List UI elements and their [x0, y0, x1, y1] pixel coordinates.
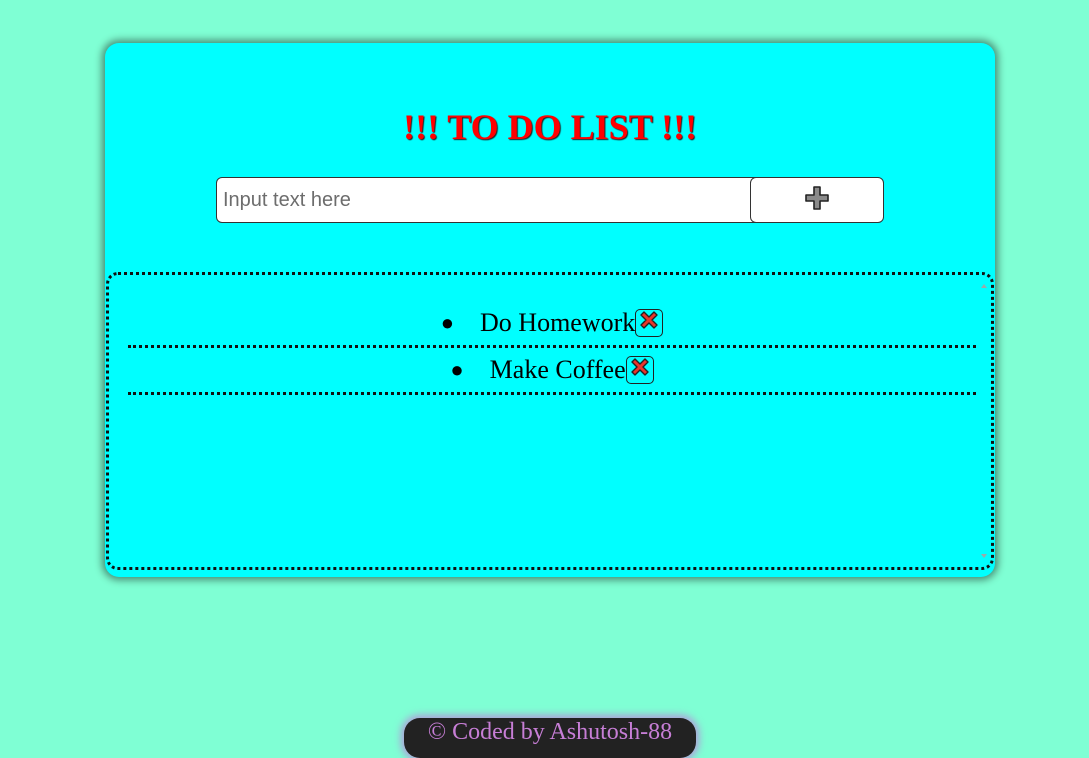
todo-card: !!! TO DO LIST !!! ● Do Homework	[105, 43, 995, 577]
todo-item-label: Make Coffee	[489, 355, 626, 384]
todo-list-container[interactable]: ● Do Homework ● Make Coffee	[106, 272, 994, 570]
todo-item-label: Do Homework	[480, 308, 636, 337]
todo-text-input[interactable]	[216, 177, 764, 223]
todo-item: ● Make Coffee	[128, 348, 976, 395]
bullet-icon: ●	[440, 310, 455, 335]
page-title: !!! TO DO LIST !!!	[402, 107, 698, 147]
footer-credit: © Coded by Ashutosh-88	[404, 718, 696, 758]
close-x-icon	[629, 355, 651, 385]
bullet-icon: ●	[450, 357, 464, 382]
input-row	[216, 177, 884, 223]
scroll-down-arrow[interactable]	[981, 554, 987, 558]
delete-todo-button[interactable]	[635, 308, 664, 338]
todo-list: ● Do Homework ● Make Coffee	[128, 301, 976, 395]
scroll-up-arrow[interactable]	[981, 284, 987, 288]
plus-icon	[804, 185, 830, 216]
add-button[interactable]	[750, 177, 884, 223]
todo-item: ● Do Homework	[128, 301, 976, 348]
delete-todo-button[interactable]	[625, 355, 654, 385]
close-x-icon	[638, 308, 660, 338]
